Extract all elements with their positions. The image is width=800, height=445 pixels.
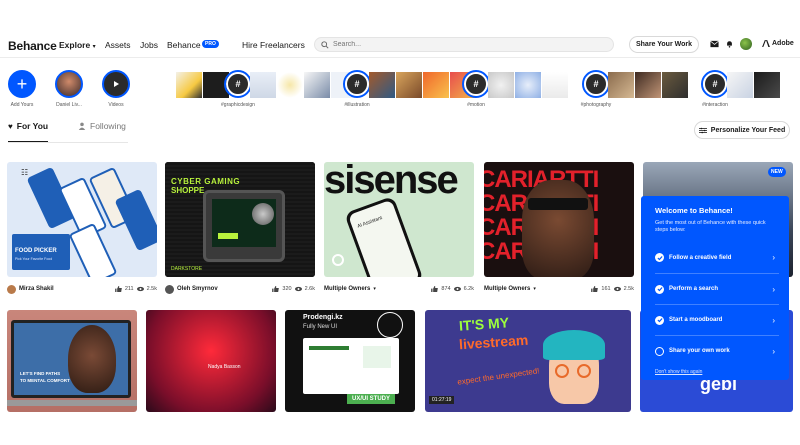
project-card-sisense[interactable]: sisense AI Assistant [324, 162, 474, 277]
project-card-prodengi[interactable]: Prodengi.kz Fully New UI UX/UI STUDY [285, 310, 415, 412]
owner-avatar [7, 284, 16, 294]
story-daniel[interactable]: Daniel Liv... [52, 66, 86, 108]
chevron-right-icon: › [772, 346, 775, 356]
laptop-screen: LET'S FIND PATHS TO MENTAL COMFORT [11, 320, 131, 398]
phone-mockup [68, 222, 118, 277]
play-icon [102, 70, 130, 98]
project-card-cariartti[interactable]: CARIARTTI CARIARTTI CARIARTTI CARIARTTI [484, 162, 634, 277]
like-icon[interactable] [431, 286, 439, 292]
chevron-down-icon: ▾ [92, 44, 96, 50]
story-videos[interactable]: Videos [100, 66, 132, 108]
card-meta: Multiple Owners ▾ 161 2.5k [484, 286, 634, 292]
chevron-right-icon: › [772, 315, 775, 325]
project-card-livestream[interactable]: IT'S MY livestream expect the unexpected… [425, 310, 631, 412]
check-icon [655, 284, 664, 294]
search-icon [321, 41, 329, 49]
owner-avatar [165, 284, 174, 294]
mail-icon[interactable] [710, 40, 719, 48]
nav-assets[interactable]: Assets [105, 40, 131, 50]
nav-explore[interactable]: Explore ▾ [59, 40, 96, 50]
character-illustration [543, 330, 605, 404]
project-card-nadya-basson[interactable]: Nadya Basson [146, 310, 276, 412]
eye-icon [613, 286, 621, 292]
empty-circle-icon [655, 346, 664, 356]
top-navigation: Behance Explore ▾ Assets Jobs Behance PR… [0, 0, 800, 58]
user-avatar[interactable] [740, 38, 752, 50]
project-card-mental-comfort[interactable]: LET'S FIND PATHS TO MENTAL COMFORT [7, 310, 137, 412]
like-icon[interactable] [272, 286, 280, 292]
new-badge: NEW [768, 167, 786, 177]
sunglasses [528, 198, 588, 210]
eye-icon [453, 286, 461, 292]
eye-icon [136, 286, 144, 292]
chevron-down-icon: ▾ [373, 286, 376, 292]
story-avatar [55, 70, 83, 98]
owner-link[interactable]: Multiple Owners ▾ [324, 286, 376, 292]
like-icon[interactable] [114, 286, 122, 292]
sliders-icon [698, 127, 707, 133]
welcome-popup: Welcome to Behance! Get the most out of … [641, 196, 789, 380]
owner-link[interactable]: Oleh Smyrnov [165, 284, 218, 294]
card-meta: Mirza Shakil 211 2.5k [7, 282, 157, 296]
chevron-down-icon: ▾ [533, 286, 536, 292]
phone-mockup: AI Assistant [344, 195, 424, 277]
step-perform-search[interactable]: Perform a search › [655, 273, 779, 304]
check-icon [655, 315, 664, 325]
welcome-description: Get the most out of Behance with these q… [655, 220, 766, 233]
project-card-food-picker[interactable]: FOOD PICKER Pick Your Favorite Food ☷ [7, 162, 157, 277]
tab-following[interactable]: Following [78, 121, 126, 131]
share-your-work-button[interactable]: Share Your Work [629, 36, 699, 53]
multiple-images-icon: ☷ [21, 168, 29, 177]
nav-jobs[interactable]: Jobs [140, 40, 158, 50]
portrait-image [522, 180, 594, 277]
character-image [252, 203, 274, 225]
chevron-right-icon: › [772, 253, 775, 262]
step-start-moodboard[interactable]: Start a moodboard › [655, 304, 779, 335]
owner-link[interactable]: Multiple Owners ▾ [484, 286, 536, 292]
card-meta: Multiple Owners ▾ 874 6.2k [324, 286, 474, 292]
welcome-title: Welcome to Behance! [655, 206, 733, 215]
story-thumbs [608, 72, 688, 98]
check-icon [655, 253, 664, 262]
dont-show-again-link[interactable]: Don't show this again [655, 369, 702, 375]
step-share-own-work[interactable]: Share your own work › [655, 335, 779, 366]
bell-icon[interactable] [725, 40, 734, 48]
project-card-cyber-gaming[interactable]: CYBER GAMING SHOPPE DARKSTORE [165, 162, 315, 277]
pro-badge: PRO [202, 40, 219, 48]
person-icon [78, 122, 86, 130]
story-thumbs [488, 72, 568, 98]
story-thumbs [727, 72, 780, 98]
owner-link[interactable]: Mirza Shakil [7, 284, 54, 294]
chevron-right-icon: › [772, 284, 775, 294]
like-icon[interactable] [591, 286, 599, 292]
nav-hire-freelancers[interactable]: Hire Freelancers [242, 40, 305, 50]
personalize-feed-button[interactable]: Personalize Your Feed [694, 121, 790, 139]
crt-monitor [203, 190, 285, 262]
card-meta: Oleh Smyrnov 320 2.6k [165, 282, 315, 296]
stories-row: + Add Yours Daniel Liv... Videos # #grap… [0, 66, 800, 112]
behance-logo[interactable]: Behance [8, 39, 57, 53]
step-follow-creative-field[interactable]: Follow a creative field › [655, 242, 779, 273]
ui-screenshot [303, 338, 399, 394]
nav-behance-pro[interactable]: Behance [167, 40, 201, 50]
heart-icon: ♥ [8, 121, 13, 131]
tabs-divider [8, 142, 128, 143]
plus-icon: + [8, 70, 36, 98]
tab-for-you[interactable]: ♥ For You [8, 121, 48, 131]
logo-mark [332, 254, 344, 266]
adobe-icon [762, 40, 770, 47]
search-input[interactable] [333, 39, 593, 50]
laptop-base [7, 400, 137, 406]
adobe-link[interactable]: Adobe [762, 40, 794, 47]
rotating-badge [377, 312, 403, 338]
eye-icon [294, 286, 302, 292]
story-add-yours[interactable]: + Add Yours [6, 66, 38, 108]
search-bar[interactable] [314, 37, 614, 52]
portrait-image [68, 325, 116, 393]
